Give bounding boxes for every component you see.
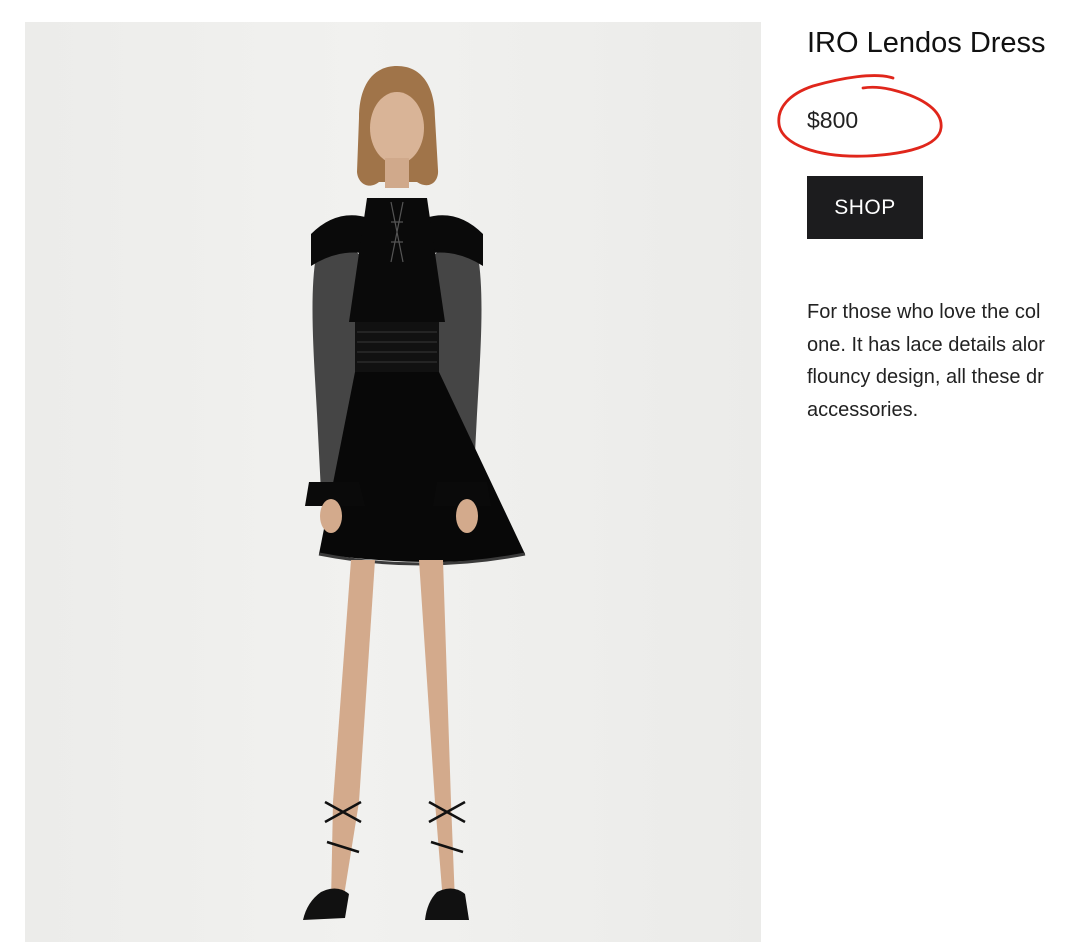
hand-drawn-circle-icon — [777, 74, 943, 158]
product-price: $800 — [807, 107, 859, 133]
description-line: accessories. — [807, 398, 919, 421]
description-line: For those who love the col — [807, 301, 1041, 323]
product-description: For those who love the col one. It has l… — [807, 296, 1080, 426]
price-area: $800 — [775, 72, 945, 162]
description-line: one. It has lace details alor — [807, 333, 1045, 356]
shop-button[interactable]: SHOP — [807, 176, 923, 239]
product-image[interactable] — [25, 22, 761, 942]
product-title: IRO Lendos Dress — [807, 27, 1046, 59]
model-illustration — [303, 66, 526, 920]
description-line: flouncy design, all these dr — [807, 366, 1044, 388]
